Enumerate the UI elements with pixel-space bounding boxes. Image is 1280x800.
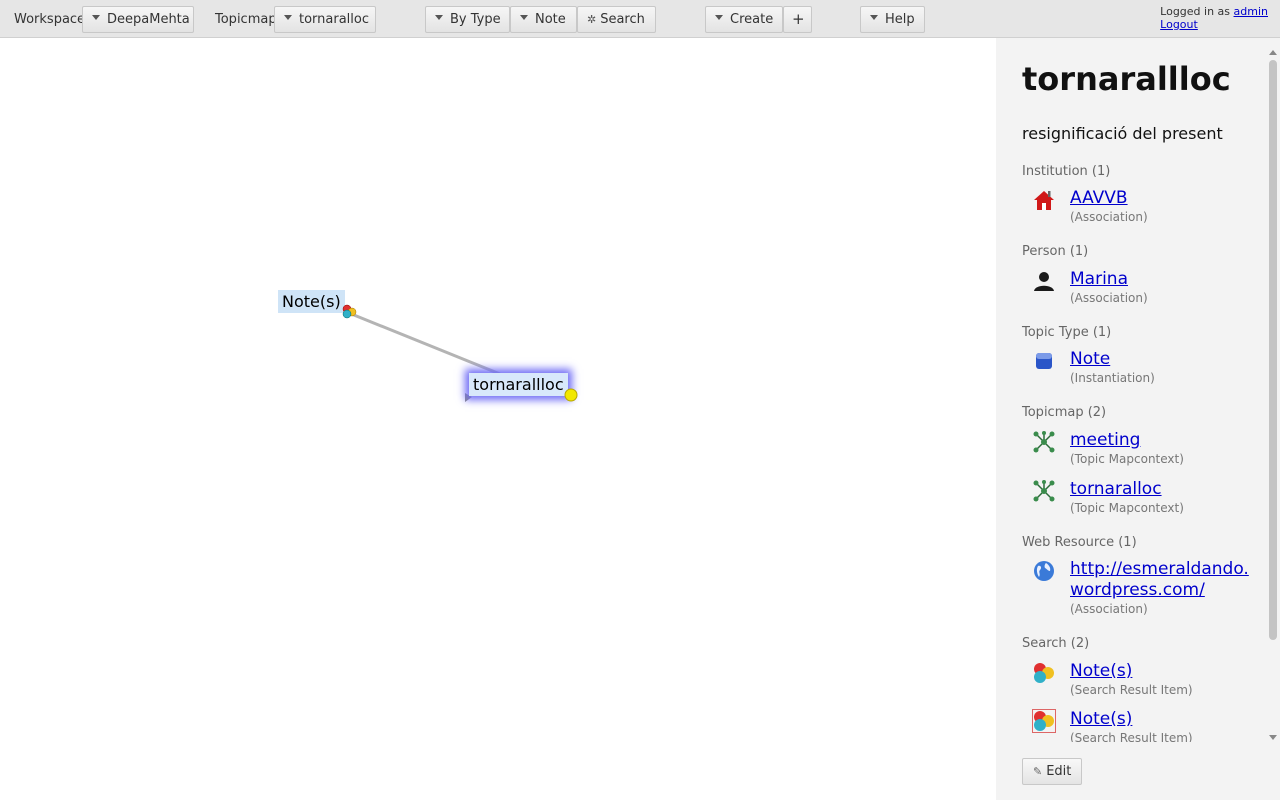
- workspace-label: Workspace: [14, 12, 86, 27]
- scroll-down-icon[interactable]: [1269, 735, 1277, 740]
- chevron-down-icon: [870, 15, 878, 20]
- association-edge[interactable]: [348, 311, 501, 376]
- topicmap-value: tornaralloc: [299, 12, 370, 27]
- plus-icon: +: [792, 10, 805, 28]
- chevron-down-icon: [284, 15, 292, 20]
- globe-icon: [1034, 561, 1054, 581]
- association-type: (Topic Mapcontext): [1070, 501, 1184, 515]
- topicmap-label: Topicmap: [215, 12, 277, 27]
- topic-node-notes[interactable]: Note(s): [278, 290, 345, 313]
- related-link-tornaralloc[interactable]: tornaralloc: [1070, 479, 1270, 500]
- by-type-label: By Type: [450, 12, 501, 27]
- help-label: Help: [885, 12, 915, 27]
- login-prefix: Logged in as: [1160, 5, 1231, 18]
- related-link-meeting[interactable]: meeting: [1070, 430, 1270, 451]
- user-link[interactable]: admin: [1234, 5, 1268, 18]
- related-link-aavvb[interactable]: AAVVB: [1070, 188, 1270, 209]
- house-icon: [1034, 191, 1054, 210]
- login-status: Logged in as admin Logout: [1160, 5, 1268, 31]
- search-result-icon: [1034, 663, 1054, 683]
- note-type-menu[interactable]: Note: [510, 6, 577, 33]
- association-type: (Association): [1070, 602, 1148, 616]
- related-link-note[interactable]: Note: [1070, 349, 1270, 370]
- note-yellow-icon[interactable]: [563, 387, 579, 403]
- gear-icon: ✲: [587, 13, 597, 26]
- panel-scrollbar[interactable]: [1268, 50, 1278, 740]
- chevron-down-icon: [435, 15, 443, 20]
- group-head-topicmap: Topicmap (2): [1022, 405, 1107, 420]
- group-head-institution: Institution (1): [1022, 164, 1111, 179]
- group-head-search: Search (2): [1022, 636, 1090, 651]
- create-add-button[interactable]: +: [783, 6, 812, 33]
- related-link-notes-1[interactable]: Note(s): [1070, 661, 1270, 682]
- note-type-label: Note: [535, 12, 566, 27]
- workspace-value: DeepaMehta: [107, 12, 190, 27]
- page-title: tornarallloc: [1022, 60, 1231, 98]
- search-result-icon[interactable]: [341, 303, 359, 321]
- chevron-down-icon: [92, 15, 100, 20]
- related-link-web-resource[interactable]: http://esmeraldando.wordpress.com/: [1070, 559, 1250, 601]
- association-type: (Instantiation): [1070, 371, 1155, 385]
- search-label: Search: [600, 12, 645, 27]
- workspace-menu[interactable]: DeepaMehta: [82, 6, 194, 33]
- create-menu[interactable]: Create: [705, 6, 783, 33]
- create-label: Create: [730, 12, 774, 27]
- scroll-up-icon[interactable]: [1269, 50, 1277, 55]
- search-button[interactable]: ✲ Search: [577, 6, 656, 33]
- detail-scroll-area[interactable]: tornarallloc resignificació del present …: [996, 38, 1280, 742]
- scroll-thumb[interactable]: [1269, 60, 1277, 640]
- help-menu[interactable]: Help: [860, 6, 925, 33]
- related-link-marina[interactable]: Marina: [1070, 269, 1270, 290]
- group-head-topic-type: Topic Type (1): [1022, 325, 1112, 340]
- group-head-web-resource: Web Resource (1): [1022, 535, 1137, 550]
- association-type: (Association): [1070, 210, 1148, 224]
- association-type: (Topic Mapcontext): [1070, 452, 1184, 466]
- note-type-icon: [1036, 353, 1052, 369]
- canvas-graph: [348, 311, 501, 402]
- person-icon: [1034, 272, 1054, 291]
- association-type: (Search Result Item): [1070, 683, 1193, 697]
- toolbar: Workspace DeepaMehta Topicmap tornarallo…: [0, 0, 1280, 38]
- chevron-down-icon: [520, 15, 528, 20]
- association-type: (Association): [1070, 291, 1148, 305]
- topicmap-icon: [1033, 480, 1055, 502]
- topicmap-menu[interactable]: tornaralloc: [274, 6, 376, 33]
- related-link-notes-2[interactable]: Note(s): [1070, 709, 1270, 730]
- search-result-icon: [1032, 709, 1056, 733]
- group-head-person: Person (1): [1022, 244, 1089, 259]
- logout-link[interactable]: Logout: [1160, 18, 1198, 31]
- topic-description: resignificació del present: [1022, 124, 1223, 143]
- topic-node-selected[interactable]: tornarallloc: [469, 373, 568, 396]
- pencil-icon: ✎: [1033, 765, 1043, 778]
- topicmap-icon: [1033, 431, 1055, 453]
- edit-button[interactable]: ✎ Edit: [1022, 758, 1083, 785]
- association-type: (Search Result Item): [1070, 731, 1193, 742]
- edit-label: Edit: [1046, 764, 1072, 779]
- chevron-down-icon: [715, 15, 723, 20]
- topicmap-canvas[interactable]: Note(s) tornarallloc: [0, 38, 996, 800]
- detail-panel: tornarallloc resignificació del present …: [996, 38, 1280, 800]
- by-type-menu[interactable]: By Type: [425, 6, 510, 33]
